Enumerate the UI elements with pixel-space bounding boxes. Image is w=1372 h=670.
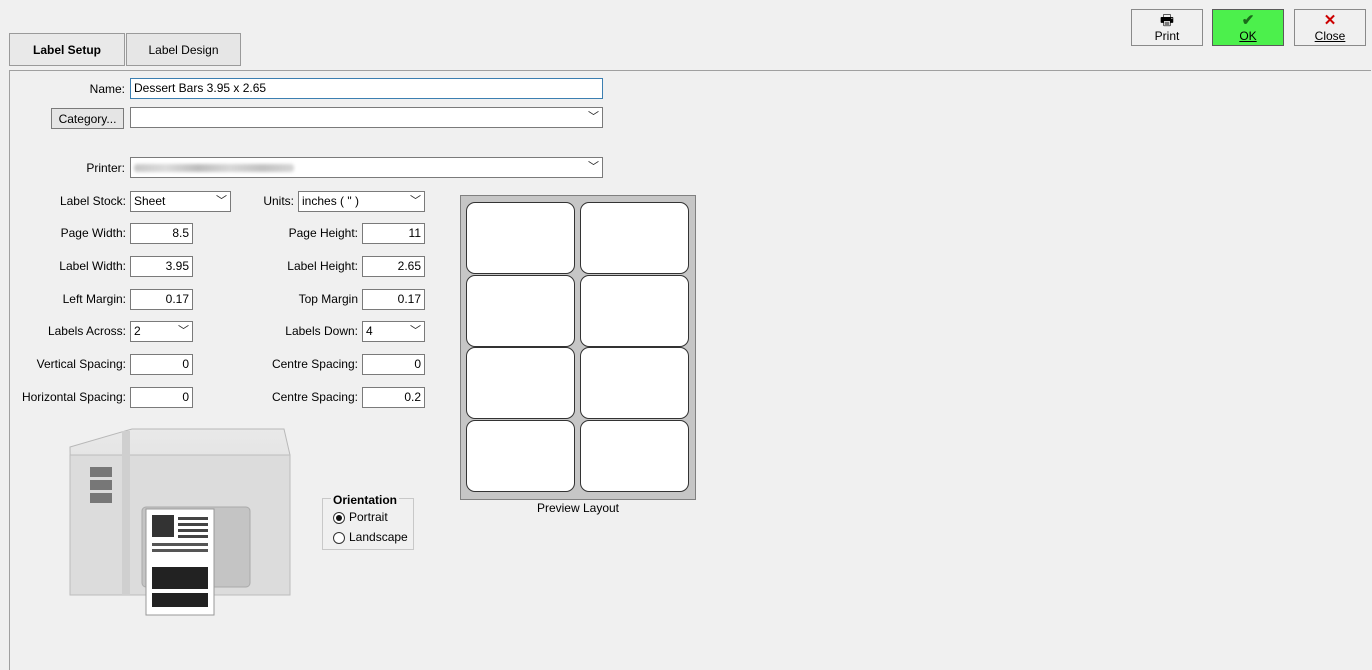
top-margin-input[interactable]: 0.17 [362, 289, 425, 310]
labels-down-label: Labels Down: [285, 324, 358, 338]
chevron-down-icon: ﹀ [216, 195, 227, 207]
top-margin-label: Top Margin [298, 292, 358, 306]
label-stock-value: Sheet [134, 194, 166, 208]
landscape-label: Landscape [349, 530, 408, 544]
page-width-input[interactable]: 8.5 [130, 223, 193, 244]
x-icon: ✕ [1323, 11, 1337, 29]
printer-select[interactable]: ﹀ [130, 157, 603, 178]
close-button[interactable]: ✕ Close [1294, 9, 1366, 46]
label-cell [580, 420, 689, 492]
left-margin-label: Left Margin: [62, 292, 126, 306]
label-cell [466, 420, 575, 492]
page-height-label: Page Height: [288, 226, 358, 240]
label-stock-select[interactable]: Sheet ﹀ [130, 191, 231, 212]
tab-label-design[interactable]: Label Design [126, 33, 241, 66]
centre-spacing-horizontal-label: Centre Spacing: [271, 390, 358, 404]
printer-icon: 🖶 [1159, 11, 1175, 29]
printer-label: Printer: [86, 161, 125, 175]
labels-across-label: Labels Across: [47, 324, 126, 338]
label-width-label: Label Width: [59, 259, 126, 273]
name-label: Name: [89, 82, 125, 96]
horizontal-spacing-input[interactable]: 0 [130, 387, 193, 408]
horizontal-spacing-label: Horizontal Spacing: [21, 390, 126, 404]
units-label: Units: [263, 194, 294, 208]
close-button-label: Close [1314, 28, 1346, 43]
page-width-label: Page Width: [60, 226, 126, 240]
landscape-option[interactable]: Landscape [333, 530, 408, 544]
portrait-radio[interactable] [333, 511, 345, 524]
landscape-radio[interactable] [333, 531, 345, 544]
chevron-down-icon: ﹀ [410, 325, 421, 337]
labels-down-value: 4 [366, 324, 373, 338]
label-cell [580, 275, 689, 347]
label-cell [580, 202, 689, 274]
centre-spacing-vertical-input[interactable]: 0 [362, 354, 425, 375]
category-select[interactable]: ﹀ [130, 107, 603, 128]
left-margin-input[interactable]: 0.17 [130, 289, 193, 310]
label-stock-label: Label Stock: [59, 194, 126, 208]
category-button[interactable]: Category... [51, 108, 124, 129]
centre-spacing-vertical-label: Centre Spacing: [271, 357, 358, 371]
chevron-down-icon: ﹀ [178, 325, 189, 337]
ok-button[interactable]: ✔ OK [1212, 9, 1284, 46]
label-cell [466, 275, 575, 347]
chevron-down-icon: ﹀ [410, 195, 421, 207]
vertical-spacing-label: Vertical Spacing: [36, 357, 126, 371]
print-button[interactable]: 🖶 Print [1131, 9, 1203, 46]
label-cell [466, 347, 575, 419]
label-width-input[interactable]: 3.95 [130, 256, 193, 277]
label-cell [466, 202, 575, 274]
page-height-input[interactable]: 11 [362, 223, 425, 244]
orientation-title: Orientation [331, 493, 400, 507]
chevron-down-icon: ﹀ [588, 161, 599, 173]
units-value: inches ( " ) [302, 194, 359, 208]
label-height-label: Label Height: [287, 259, 358, 273]
units-select[interactable]: inches ( " ) ﹀ [298, 191, 425, 212]
orientation-group: Orientation Portrait Landscape [322, 493, 414, 550]
preview-caption: Preview Layout [536, 501, 620, 515]
preview-layout [460, 195, 696, 500]
label-cell [580, 347, 689, 419]
chevron-down-icon: ﹀ [588, 111, 599, 123]
portrait-option[interactable]: Portrait [333, 510, 388, 524]
portrait-label: Portrait [349, 510, 388, 524]
label-printer-illustration [69, 428, 291, 616]
label-height-input[interactable]: 2.65 [362, 256, 425, 277]
labels-across-select[interactable]: 2 ﹀ [130, 321, 193, 342]
centre-spacing-horizontal-input[interactable]: 0.2 [362, 387, 425, 408]
tab-label-setup[interactable]: Label Setup [9, 33, 125, 66]
labels-down-select[interactable]: 4 ﹀ [362, 321, 425, 342]
ok-button-label: OK [1239, 28, 1257, 43]
printer-name-redacted [134, 164, 294, 172]
name-input[interactable]: Dessert Bars 3.95 x 2.65 [130, 78, 603, 99]
vertical-spacing-input[interactable]: 0 [130, 354, 193, 375]
checkmark-icon: ✔ [1241, 11, 1255, 29]
labels-across-value: 2 [134, 324, 141, 338]
print-button-label: Print [1154, 28, 1180, 43]
